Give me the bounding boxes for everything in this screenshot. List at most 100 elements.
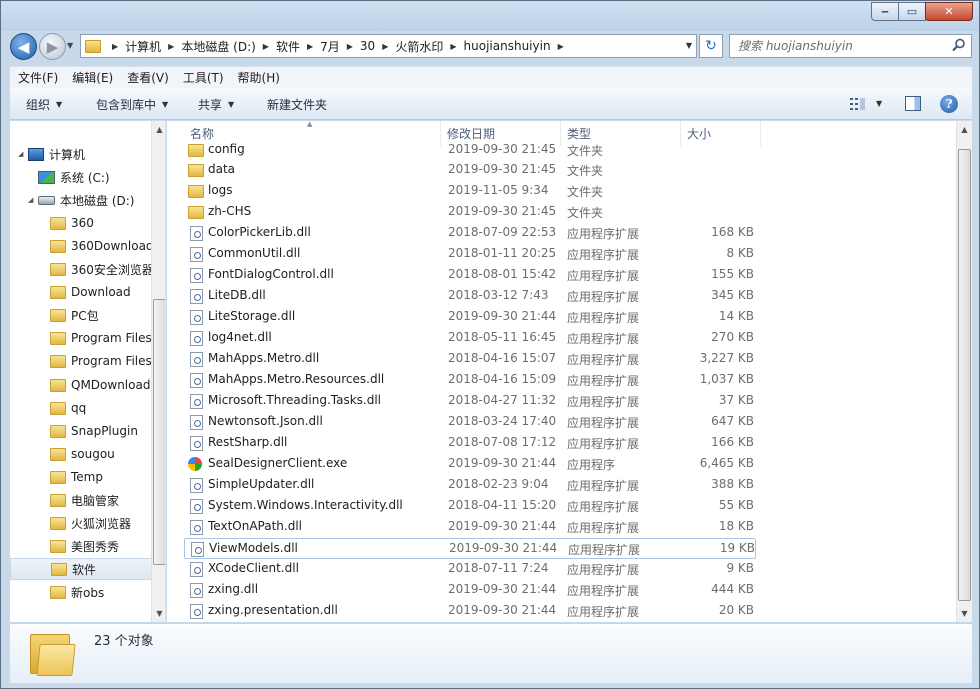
command-button[interactable]: 组织 ▼ <box>26 96 62 113</box>
file-row[interactable]: XCodeClient.dll 2018-07-11 7:24 应用程序扩展 9 KB <box>184 559 756 580</box>
nav-item[interactable]: 360安全浏览器 <box>10 258 156 280</box>
nav-item[interactable]: ◢ 计算机 <box>10 143 156 165</box>
nav-item[interactable]: 新obs <box>10 581 156 603</box>
file-row[interactable]: TextOnAPath.dll 2019-09-30 21:44 应用程序扩展 18 … <box>184 517 756 538</box>
search-input[interactable] <box>738 35 948 57</box>
close-button[interactable]: ✕ <box>925 2 973 21</box>
file-row[interactable]: MahApps.Metro.Resources.dll 2018-04-16 15… <box>184 370 756 391</box>
nav-item[interactable]: 系统 (C:) <box>10 166 156 188</box>
command-button[interactable]: 包含到库中 ▼ <box>96 96 168 113</box>
change-view-icon[interactable] <box>850 97 866 111</box>
search-box[interactable] <box>729 34 972 58</box>
breadcrumb-separator[interactable]: ▶ <box>558 42 564 51</box>
file-row[interactable]: zxing.dll 2019-09-30 21:44 应用程序扩展 444 KB <box>184 580 756 601</box>
file-row[interactable]: LiteStorage.dll 2019-09-30 21:44 应用程序扩展 14 … <box>184 307 756 328</box>
file-row[interactable]: System.Windows.Interactivity.dll 2018-04-… <box>184 496 756 517</box>
menu-item[interactable]: 工具(T) <box>183 69 224 86</box>
breadcrumb-separator[interactable]: ▶ <box>168 42 174 51</box>
nav-item[interactable]: SnapPlugin <box>10 420 156 442</box>
file-row[interactable]: MahApps.Metro.dll 2018-04-16 15:07 应用程序扩展 3… <box>184 349 756 370</box>
file-date: 2018-04-16 15:09 <box>448 372 557 386</box>
file-row[interactable]: zxing.presentation.dll 2019-09-30 21:44 应用… <box>184 601 756 622</box>
change-view-dropdown[interactable]: ▼ <box>876 99 882 108</box>
breadcrumb-separator[interactable]: ▶ <box>382 42 388 51</box>
maximize-button[interactable]: ▭ <box>898 2 926 21</box>
breadcrumb-separator[interactable]: ▶ <box>307 42 313 51</box>
file-type: 应用程序扩展 <box>567 353 640 367</box>
help-icon[interactable]: ? <box>940 95 958 113</box>
preview-pane-icon[interactable] <box>905 96 921 111</box>
file-size: 3,227 KB <box>699 351 754 365</box>
nav-item[interactable]: PC包 <box>10 304 156 326</box>
breadcrumb-separator[interactable]: ▶ <box>450 42 456 51</box>
file-row[interactable]: config 2019-09-30 21:45 文件夹 <box>184 140 756 161</box>
file-type: 应用程序扩展 <box>567 479 640 493</box>
file-row[interactable]: CommonUtil.dll 2018-01-11 20:25 应用程序扩展 8 KB <box>184 244 756 265</box>
scrollbar-thumb[interactable] <box>958 149 971 601</box>
scroll-down-arrow[interactable]: ▼ <box>957 605 972 621</box>
nav-item[interactable]: ◢ 本地磁盘 (D:) <box>10 189 156 211</box>
file-row[interactable]: Newtonsoft.Json.dll 2018-03-24 17:40 应用程序扩… <box>184 412 756 433</box>
nav-item[interactable]: Download <box>10 281 156 303</box>
nav-item[interactable]: 360 <box>10 212 156 234</box>
nav-item[interactable]: 电脑管家 <box>10 489 156 511</box>
recent-pages-dropdown[interactable]: ▼ <box>67 41 73 50</box>
address-history-dropdown[interactable]: ▼ <box>686 41 692 50</box>
back-button[interactable]: ◀ <box>10 33 37 60</box>
file-row[interactable]: data 2019-09-30 21:45 文件夹 <box>184 160 756 181</box>
file-row[interactable]: RestSharp.dll 2018-07-08 17:12 应用程序扩展 166 K… <box>184 433 756 454</box>
scroll-up-arrow[interactable]: ▲ <box>152 121 165 137</box>
breadcrumb-item[interactable]: 软件 <box>276 38 300 55</box>
menu-item[interactable]: 查看(V) <box>127 69 169 86</box>
forward-button[interactable]: ▶ <box>39 33 66 60</box>
nav-item[interactable]: 360Download <box>10 235 156 257</box>
menu-item[interactable]: 编辑(E) <box>72 69 113 86</box>
file-row[interactable]: ViewModels.dll 2019-09-30 21:44 应用程序扩展 19 K… <box>184 538 756 559</box>
breadcrumb-separator[interactable]: ▶ <box>263 42 269 51</box>
scroll-down-arrow[interactable]: ▼ <box>152 605 165 621</box>
nav-item[interactable]: Program Files <box>10 350 156 372</box>
menu-item[interactable]: 文件(F) <box>18 69 58 86</box>
breadcrumb-separator[interactable]: ▶ <box>112 42 118 51</box>
file-row[interactable]: FontDialogControl.dll 2018-08-01 15:42 应用程… <box>184 265 756 286</box>
breadcrumb-item[interactable]: 计算机 <box>125 38 161 55</box>
file-row[interactable]: logs 2019-11-05 9:34 文件夹 <box>184 181 756 202</box>
breadcrumb-item[interactable]: 7月 <box>320 38 340 55</box>
nav-item[interactable]: 软件 <box>10 558 156 580</box>
menu-item[interactable]: 帮助(H) <box>238 69 280 86</box>
file-row[interactable]: zh-CHS 2019-09-30 21:45 文件夹 <box>184 202 756 223</box>
nav-scrollbar[interactable]: ▲ ▼ <box>151 121 165 622</box>
refresh-button[interactable]: ↻ <box>699 34 723 58</box>
address-bar[interactable]: ▶ 计算机 ▶ 本地磁盘 (D:) ▶ 软件 ▶ 7月 ▶ 30 ▶ 火箭水印 ▶ huojianshui… <box>80 34 697 58</box>
file-row[interactable]: log4net.dll 2018-05-11 16:45 应用程序扩展 270 KB <box>184 328 756 349</box>
nav-item[interactable]: QMDownload <box>10 374 156 396</box>
file-row[interactable]: SealDesignerClient.exe 2019-09-30 21:44 应用… <box>184 454 756 475</box>
title-bar[interactable]: ‒ ▭ ✕ <box>1 1 979 31</box>
nav-item[interactable]: sougou <box>10 443 156 465</box>
breadcrumb-item[interactable]: 火箭水印 <box>395 38 443 55</box>
file-row[interactable]: ColorPickerLib.dll 2018-07-09 22:53 应用程序扩展… <box>184 223 756 244</box>
minimize-button[interactable]: ‒ <box>871 2 899 21</box>
breadcrumb-item[interactable]: 本地磁盘 (D:) <box>181 38 255 55</box>
collapse-icon[interactable]: ◢ <box>18 150 28 158</box>
file-list-scrollbar[interactable]: ▲ ▼ <box>956 121 972 622</box>
collapse-icon[interactable]: ◢ <box>28 196 38 204</box>
file-name: FontDialogControl.dll <box>208 267 334 281</box>
search-icon[interactable] <box>952 38 966 52</box>
nav-item[interactable]: Temp <box>10 466 156 488</box>
breadcrumb-separator[interactable]: ▶ <box>347 42 353 51</box>
nav-item[interactable]: qq <box>10 397 156 419</box>
scroll-up-arrow[interactable]: ▲ <box>957 121 972 137</box>
scrollbar-thumb[interactable] <box>153 299 165 565</box>
file-row[interactable]: LiteDB.dll 2018-03-12 7:43 应用程序扩展 345 KB <box>184 286 756 307</box>
nav-item[interactable]: 美图秀秀 <box>10 535 156 557</box>
file-row[interactable]: Microsoft.Threading.Tasks.dll 2018-04-27 … <box>184 391 756 412</box>
nav-item[interactable]: 火狐浏览器 <box>10 512 156 534</box>
command-button[interactable]: 新建文件夹 <box>267 96 327 113</box>
file-row[interactable]: SimpleUpdater.dll 2018-02-23 9:04 应用程序扩展 38… <box>184 475 756 496</box>
command-button[interactable]: 共享 ▼ <box>198 96 234 113</box>
breadcrumb-item[interactable]: 30 <box>360 39 375 53</box>
file-size: 6,465 KB <box>699 456 754 470</box>
nav-item[interactable]: Program Files <box>10 327 156 349</box>
breadcrumb-item[interactable]: huojianshuiyin <box>464 39 551 53</box>
